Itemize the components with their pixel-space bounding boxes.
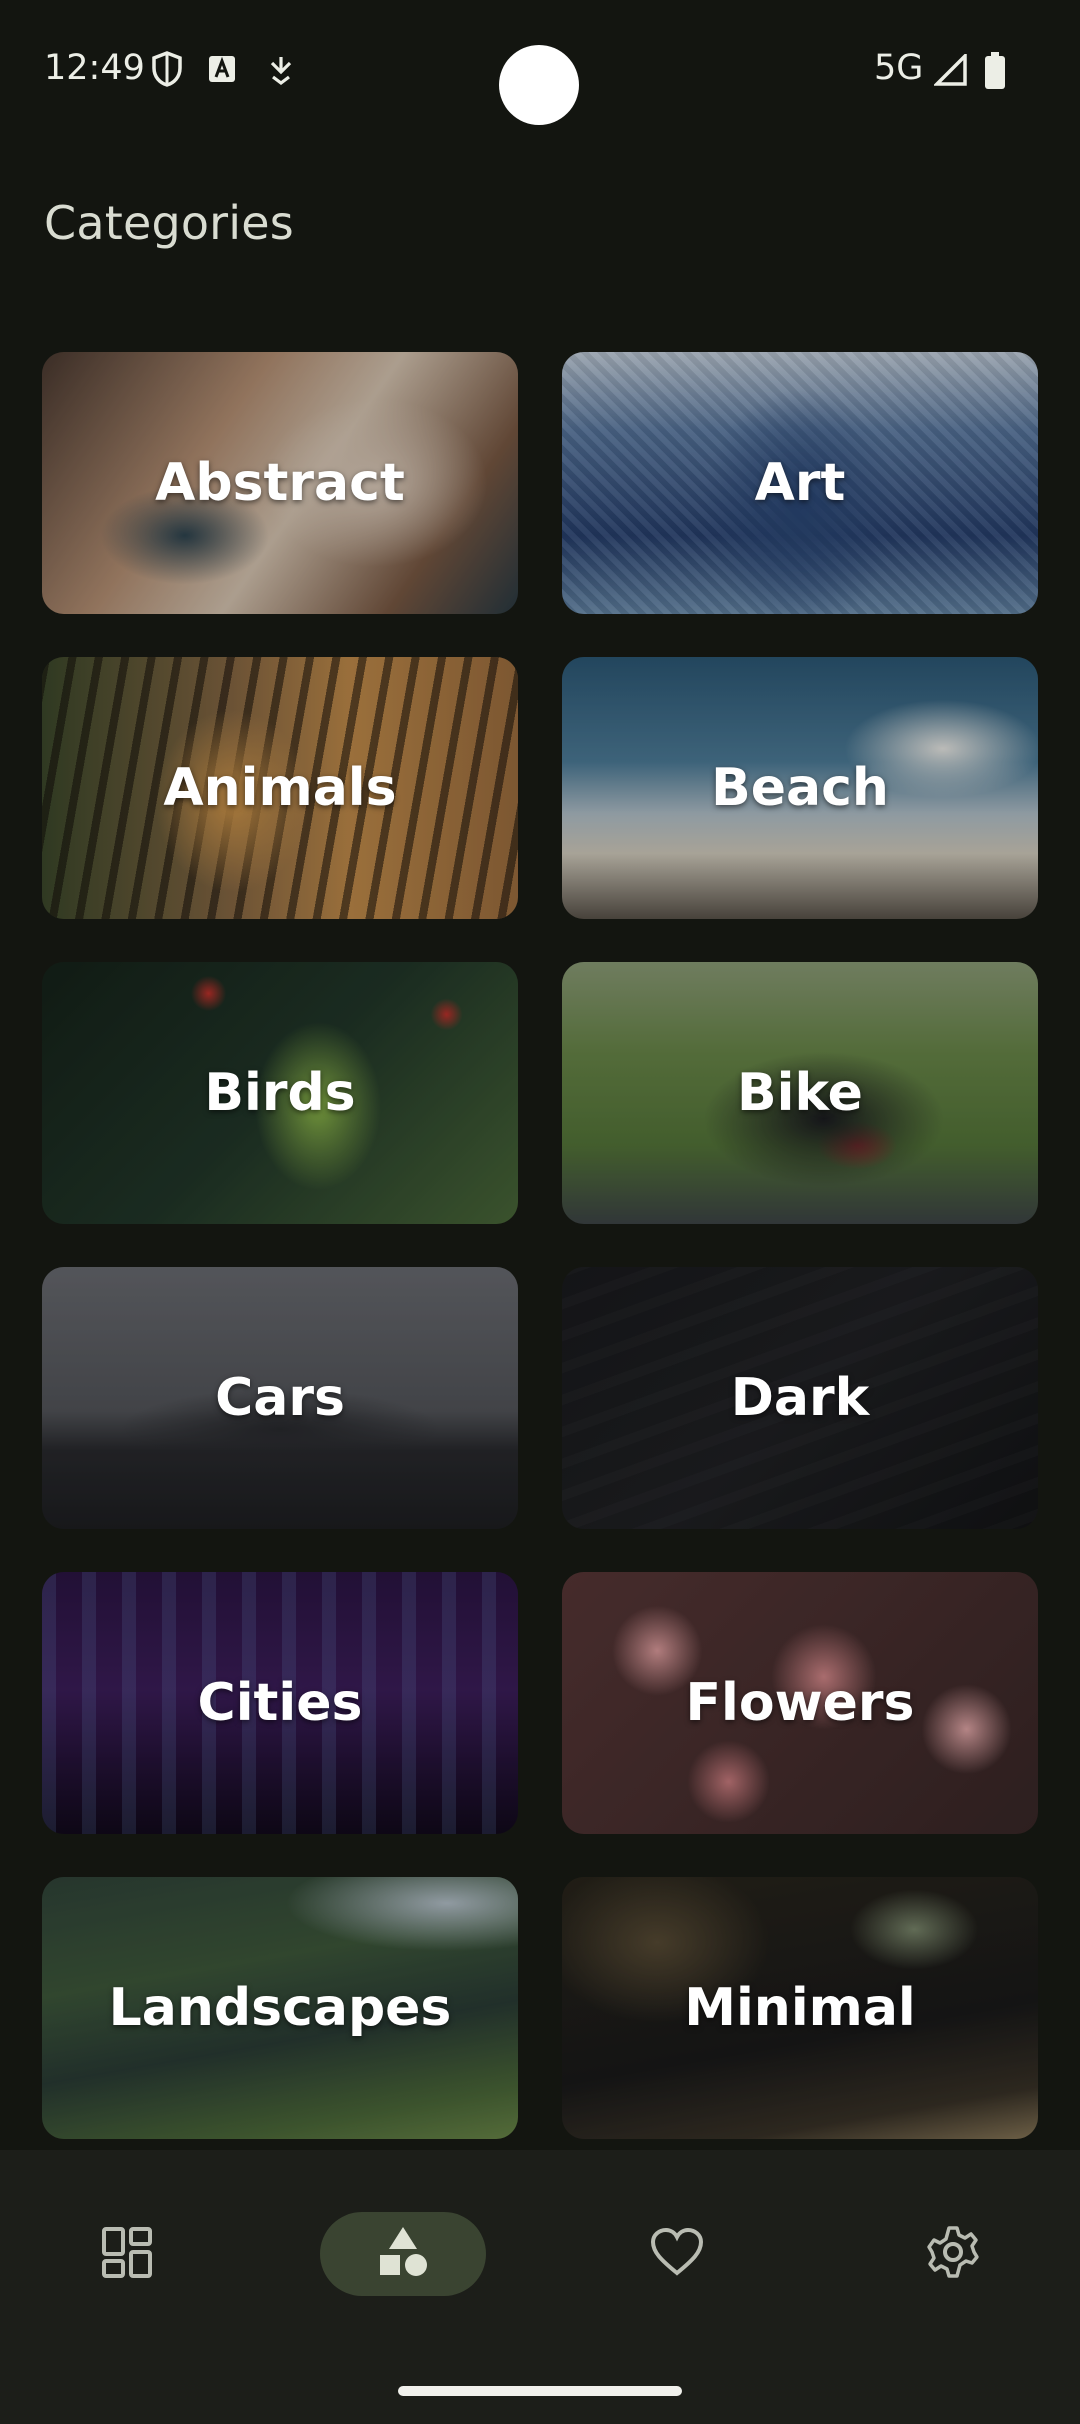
category-card-landscapes[interactable]: Landscapes <box>42 1877 518 2139</box>
shapes-icon <box>376 2225 430 2284</box>
category-card-animals[interactable]: Animals <box>42 657 518 919</box>
heart-icon <box>649 2227 705 2282</box>
category-card-cars[interactable]: Cars <box>42 1267 518 1529</box>
category-card-beach[interactable]: Beach <box>562 657 1038 919</box>
category-label: Abstract <box>155 453 405 513</box>
category-label: Cities <box>197 1673 363 1733</box>
font-a-icon <box>208 55 236 88</box>
nav-favorites[interactable] <box>594 2212 760 2296</box>
category-label: Beach <box>711 758 889 818</box>
category-label: Dark <box>730 1368 870 1428</box>
nav-categories[interactable] <box>320 2212 486 2296</box>
category-label: Minimal <box>684 1978 916 2038</box>
battery-icon <box>984 52 1006 95</box>
nav-wallpapers[interactable] <box>44 2212 210 2296</box>
category-card-art[interactable]: Art <box>562 352 1038 614</box>
status-time: 12:49 <box>44 48 145 88</box>
status-bar: 12:49 5G <box>0 0 1080 140</box>
shield-icon <box>150 50 184 93</box>
home-indicator[interactable] <box>398 2386 682 2396</box>
page-title: Categories <box>44 196 294 250</box>
category-card-flowers[interactable]: Flowers <box>562 1572 1038 1834</box>
nav-settings[interactable] <box>870 2212 1036 2296</box>
category-card-birds[interactable]: Birds <box>42 962 518 1224</box>
category-card-bike[interactable]: Bike <box>562 962 1038 1224</box>
category-label: Bike <box>737 1063 863 1123</box>
signal-icon <box>932 51 968 91</box>
category-card-dark[interactable]: Dark <box>562 1267 1038 1529</box>
category-card-abstract[interactable]: Abstract <box>42 352 518 614</box>
category-label: Art <box>754 453 846 513</box>
category-label: Landscapes <box>108 1978 452 2038</box>
category-label: Animals <box>163 758 397 818</box>
category-label: Flowers <box>685 1673 915 1733</box>
category-card-minimal[interactable]: Minimal <box>562 1877 1038 2139</box>
network-type: 5G <box>874 48 924 88</box>
download-badge-icon <box>268 55 294 90</box>
camera-cutout <box>499 45 579 125</box>
category-card-cities[interactable]: Cities <box>42 1572 518 1834</box>
gear-icon <box>926 2225 980 2284</box>
category-label: Cars <box>215 1368 345 1428</box>
grid-icon <box>101 2226 153 2283</box>
category-label: Birds <box>204 1063 356 1123</box>
